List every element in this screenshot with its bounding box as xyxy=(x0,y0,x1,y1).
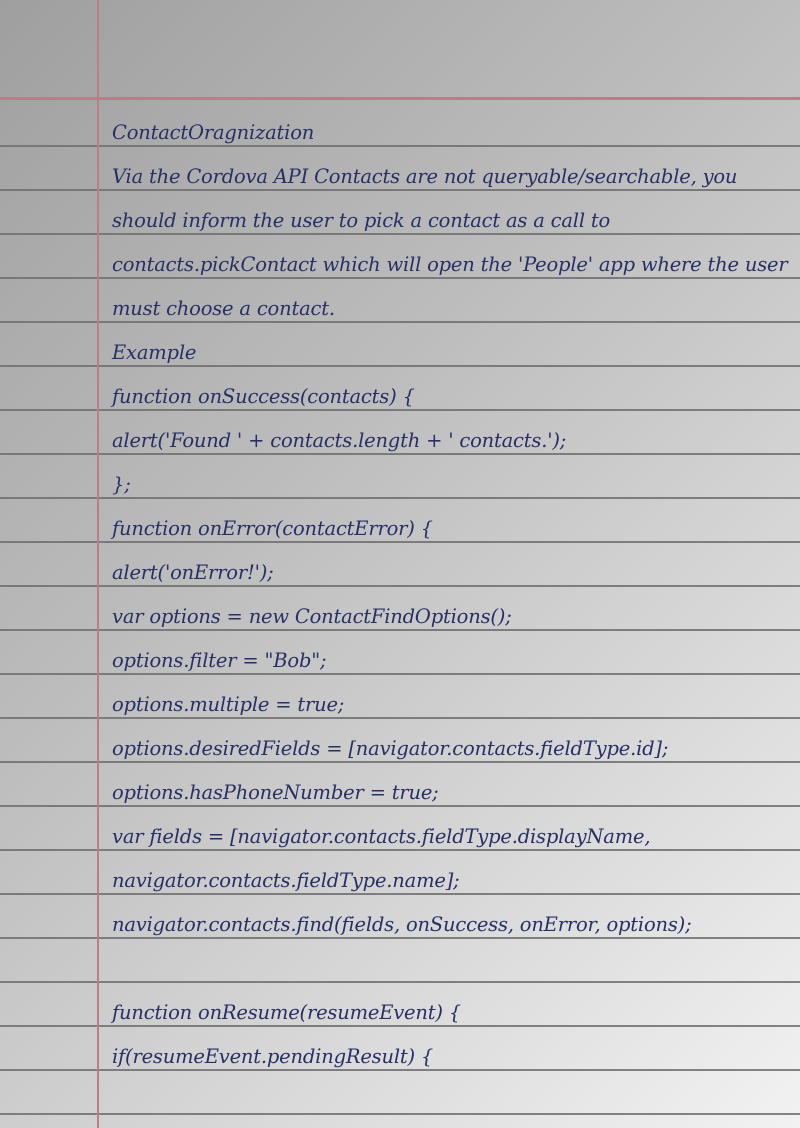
document-title: ContactOragnization xyxy=(112,121,315,144)
code-line: function onResume(resumeEvent) { xyxy=(112,1001,462,1024)
code-line: var fields = [navigator.contacts.fieldTy… xyxy=(112,825,651,848)
top-rule xyxy=(0,97,800,100)
code-line: options.multiple = true; xyxy=(112,693,345,716)
text-line: should inform the user to pick a contact… xyxy=(112,209,611,232)
code-line: options.desiredFields = [navigator.conta… xyxy=(112,737,669,760)
code-line: alert('onError!'); xyxy=(112,561,274,584)
code-line: navigator.contacts.find(fields, onSucces… xyxy=(112,913,692,936)
text-line: Via the Cordova API Contacts are not que… xyxy=(112,165,738,188)
code-line: navigator.contacts.fieldType.name]; xyxy=(112,869,460,892)
text-line: must choose a contact. xyxy=(112,297,335,320)
code-line: function onError(contactError) { xyxy=(112,517,433,540)
code-line: alert('Found ' + contacts.length + ' con… xyxy=(112,429,567,452)
code-line: if(resumeEvent.pendingResult) { xyxy=(112,1045,434,1068)
notebook-page: ContactOragnization Via the Cordova API … xyxy=(0,0,800,1128)
text-line: contacts.pickContact which will open the… xyxy=(112,253,788,276)
code-line: var options = new ContactFindOptions(); xyxy=(112,605,512,628)
code-line: function onSuccess(contacts) { xyxy=(112,385,415,408)
code-line: options.hasPhoneNumber = true; xyxy=(112,781,439,804)
section-heading: Example xyxy=(112,341,197,364)
code-line: }; xyxy=(112,473,131,496)
ruled-line xyxy=(0,1113,800,1115)
margin-line xyxy=(97,0,99,1128)
code-line: options.filter = "Bob"; xyxy=(112,649,327,672)
